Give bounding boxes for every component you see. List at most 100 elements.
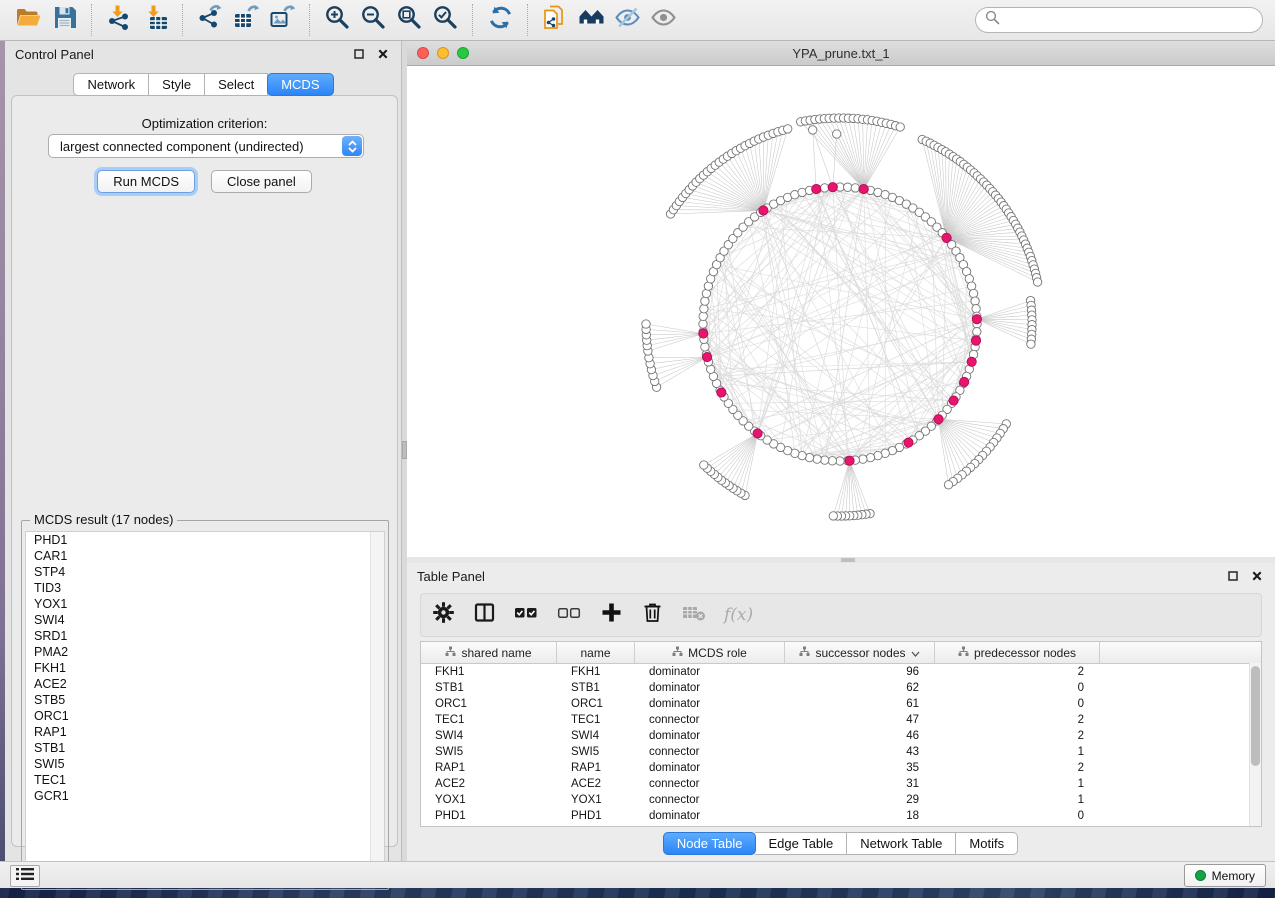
float-panel-icon[interactable] bbox=[351, 46, 367, 62]
float-panel-icon[interactable] bbox=[1225, 568, 1241, 584]
table-cell[interactable]: YOX1 bbox=[557, 792, 635, 808]
table-cell[interactable]: SWI5 bbox=[421, 744, 557, 760]
open-session-button[interactable] bbox=[10, 3, 46, 37]
search-input[interactable] bbox=[1005, 9, 1262, 31]
deselect-all-button[interactable] bbox=[556, 602, 582, 628]
table-cell[interactable]: dominator bbox=[635, 696, 785, 712]
table-cell[interactable]: ORC1 bbox=[557, 696, 635, 712]
mcds-result-item[interactable]: ORC1 bbox=[26, 708, 384, 724]
table-cell[interactable]: dominator bbox=[635, 808, 785, 824]
tab-network-table[interactable]: Network Table bbox=[847, 832, 956, 855]
table-cell[interactable]: connector bbox=[635, 712, 785, 728]
mcds-result-item[interactable]: STB5 bbox=[26, 692, 384, 708]
mcds-result-item[interactable]: SWI4 bbox=[26, 612, 384, 628]
table-cell[interactable]: SWI4 bbox=[421, 728, 557, 744]
network-graph[interactable] bbox=[407, 66, 1275, 557]
import-network-button[interactable] bbox=[101, 3, 137, 37]
task-history-button[interactable] bbox=[10, 865, 40, 887]
table-cell[interactable]: 0 bbox=[935, 696, 1100, 712]
column-header-successor-nodes[interactable]: successor nodes bbox=[785, 642, 935, 663]
table-cell[interactable]: 31 bbox=[785, 776, 935, 792]
table-cell[interactable]: 35 bbox=[785, 760, 935, 776]
export-image-button[interactable] bbox=[264, 3, 300, 37]
table-cell[interactable]: connector bbox=[635, 776, 785, 792]
table-cell[interactable]: 1 bbox=[935, 776, 1100, 792]
table-cell[interactable]: 2 bbox=[935, 664, 1100, 680]
table-cell[interactable]: dominator bbox=[635, 680, 785, 696]
table-cell[interactable]: TEC1 bbox=[421, 712, 557, 728]
export-table-button[interactable] bbox=[228, 3, 264, 37]
network-canvas[interactable] bbox=[407, 66, 1275, 557]
table-cell[interactable]: connector bbox=[635, 744, 785, 760]
hide-selected-button[interactable] bbox=[609, 3, 645, 37]
column-header-MCDS-role[interactable]: MCDS role bbox=[635, 642, 785, 663]
table-cell[interactable]: 43 bbox=[785, 744, 935, 760]
table-cell[interactable]: FKH1 bbox=[557, 664, 635, 680]
table-cell[interactable]: TEC1 bbox=[557, 712, 635, 728]
table-row[interactable]: PHD1PHD1dominator180 bbox=[421, 808, 1261, 824]
table-row[interactable]: SWI4SWI4dominator462 bbox=[421, 728, 1261, 744]
table-cell[interactable]: dominator bbox=[635, 664, 785, 680]
zoom-selected-button[interactable] bbox=[427, 3, 463, 37]
table-cell[interactable]: 2 bbox=[935, 712, 1100, 728]
table-row[interactable]: STB1STB1dominator620 bbox=[421, 680, 1261, 696]
tab-mcds[interactable]: MCDS bbox=[267, 73, 333, 96]
table-cell[interactable]: YOX1 bbox=[421, 792, 557, 808]
close-panel-icon[interactable] bbox=[375, 46, 391, 62]
column-settings-button[interactable] bbox=[431, 602, 455, 628]
table-cell[interactable]: 2 bbox=[935, 760, 1100, 776]
mcds-result-list[interactable]: PHD1CAR1STP4TID3YOX1SWI4SRD1PMA2FKH1ACE2… bbox=[25, 531, 385, 886]
mcds-result-item[interactable]: STP4 bbox=[26, 564, 384, 580]
table-cell[interactable]: 0 bbox=[935, 808, 1100, 824]
table-scrollbar-thumb[interactable] bbox=[1251, 666, 1260, 766]
column-header-name[interactable]: name bbox=[557, 642, 635, 663]
tab-motifs[interactable]: Motifs bbox=[956, 832, 1018, 855]
tab-edge-table[interactable]: Edge Table bbox=[755, 832, 847, 855]
mcds-result-item[interactable]: YOX1 bbox=[26, 596, 384, 612]
zoom-fit-button[interactable] bbox=[391, 3, 427, 37]
zoom-window-button[interactable] bbox=[457, 47, 469, 59]
table-cell[interactable]: 46 bbox=[785, 728, 935, 744]
close-window-button[interactable] bbox=[417, 47, 429, 59]
mcds-result-item[interactable]: SRD1 bbox=[26, 628, 384, 644]
table-row[interactable]: RAP1RAP1dominator352 bbox=[421, 760, 1261, 776]
mcds-result-item[interactable]: ACE2 bbox=[26, 676, 384, 692]
column-header-predecessor-nodes[interactable]: predecessor nodes bbox=[935, 642, 1100, 663]
mcds-result-item[interactable]: FKH1 bbox=[26, 660, 384, 676]
memory-button[interactable]: Memory bbox=[1184, 864, 1266, 887]
table-cell[interactable]: connector bbox=[635, 792, 785, 808]
select-all-button[interactable] bbox=[513, 602, 539, 628]
table-cell[interactable]: PHD1 bbox=[421, 808, 557, 824]
delete-column-button[interactable] bbox=[640, 602, 664, 628]
mcds-result-item[interactable]: TID3 bbox=[26, 580, 384, 596]
mcds-result-item[interactable]: SWI5 bbox=[26, 756, 384, 772]
mcds-result-item[interactable]: PHD1 bbox=[26, 532, 384, 548]
network-from-selection-button[interactable] bbox=[537, 3, 573, 37]
mcds-result-item[interactable]: CAR1 bbox=[26, 548, 384, 564]
table-scrollbar[interactable] bbox=[1249, 663, 1261, 826]
add-column-button[interactable] bbox=[599, 602, 623, 628]
tab-style[interactable]: Style bbox=[149, 73, 205, 96]
table-row[interactable]: ORC1ORC1dominator610 bbox=[421, 696, 1261, 712]
run-mcds-button[interactable]: Run MCDS bbox=[97, 170, 195, 193]
refresh-layout-button[interactable] bbox=[482, 3, 518, 37]
table-cell[interactable]: SWI4 bbox=[557, 728, 635, 744]
table-row[interactable]: FKH1FKH1dominator962 bbox=[421, 664, 1261, 680]
table-cell[interactable]: ACE2 bbox=[421, 776, 557, 792]
table-cell[interactable]: FKH1 bbox=[421, 664, 557, 680]
export-network-button[interactable] bbox=[192, 3, 228, 37]
tab-select[interactable]: Select bbox=[205, 73, 268, 96]
import-table-button[interactable] bbox=[137, 3, 173, 37]
table-cell[interactable]: dominator bbox=[635, 760, 785, 776]
optimization-criterion-select[interactable]: largest connected component (undirected) bbox=[48, 134, 364, 158]
mcds-result-item[interactable]: GCR1 bbox=[26, 788, 384, 804]
table-cell[interactable]: SWI5 bbox=[557, 744, 635, 760]
column-header-shared-name[interactable]: shared name bbox=[421, 642, 557, 663]
show-all-button[interactable] bbox=[645, 3, 681, 37]
table-cell[interactable]: STB1 bbox=[421, 680, 557, 696]
table-cell[interactable]: RAP1 bbox=[421, 760, 557, 776]
table-cell[interactable]: RAP1 bbox=[557, 760, 635, 776]
table-row[interactable]: ACE2ACE2connector311 bbox=[421, 776, 1261, 792]
zoom-in-button[interactable] bbox=[319, 3, 355, 37]
table-cell[interactable]: 47 bbox=[785, 712, 935, 728]
